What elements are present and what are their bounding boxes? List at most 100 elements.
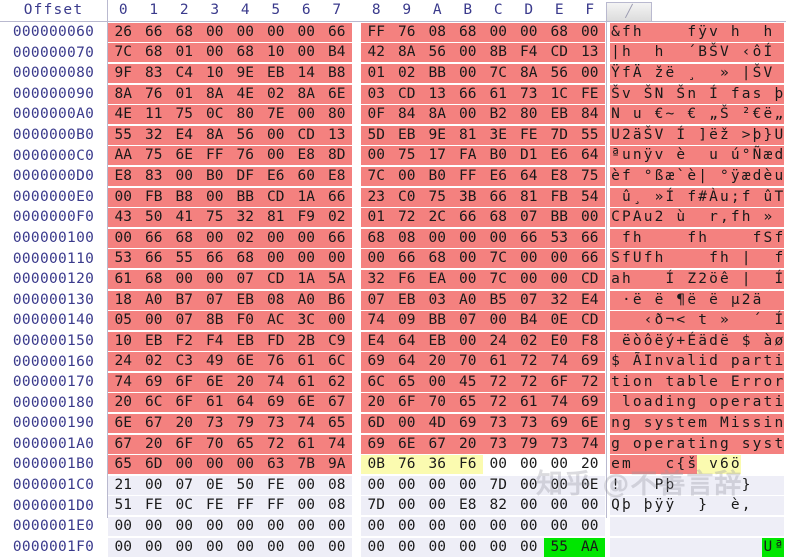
hex-byte-cell[interactable]: 73	[199, 414, 230, 434]
hex-byte-cell[interactable]: 36	[422, 455, 453, 475]
hex-byte-cell[interactable]: 83	[138, 166, 169, 186]
hex-byte-cell[interactable]: 00	[230, 517, 261, 537]
ascii-char-cell[interactable]: Q	[610, 496, 621, 516]
ascii-char-cell[interactable]: ë	[686, 290, 698, 310]
hex-byte-cell[interactable]: 01	[169, 84, 200, 104]
ascii-char-cell[interactable]	[718, 352, 730, 372]
ascii-char-cell[interactable]	[729, 228, 741, 248]
hex-byte-cell[interactable]: B4	[321, 43, 352, 63]
hex-byte-cell[interactable]: 07	[230, 269, 261, 289]
hex-byte-cell[interactable]: 00	[230, 455, 261, 475]
ascii-char-cell[interactable]: ý	[664, 331, 676, 351]
hex-byte-cell[interactable]: E4	[361, 331, 392, 351]
hex-byte-cell[interactable]: 69	[544, 414, 575, 434]
ascii-char-cell[interactable]: f	[686, 187, 698, 207]
hex-byte-cell[interactable]: 3E	[483, 125, 514, 145]
hex-byte-cell[interactable]: 00	[230, 537, 261, 557]
ascii-char-cell[interactable]	[773, 496, 785, 516]
hex-byte-cell[interactable]: 76	[260, 352, 291, 372]
ascii-char-cell[interactable]	[631, 43, 643, 63]
ascii-char-cell[interactable]: i	[773, 352, 785, 372]
hex-byte-cell[interactable]: DF	[230, 166, 261, 186]
ascii-char-cell[interactable]	[773, 43, 785, 63]
ascii-column[interactable]: & f h fÿv h h | h h ´ B Š V ‹ ô Í ŸfÄ žë ¸ » | Š V…	[606, 22, 786, 557]
ascii-char-cell[interactable]: è	[675, 146, 687, 166]
ascii-char-cell[interactable]	[697, 393, 709, 413]
hex-byte-cell[interactable]: 8A	[199, 84, 230, 104]
hex-byte-cell[interactable]: 00	[513, 269, 544, 289]
hex-byte-cell[interactable]: 66	[321, 187, 352, 207]
ascii-char-cell[interactable]: u	[718, 187, 730, 207]
ascii-char-cell[interactable]: °	[740, 146, 752, 166]
ascii-char-cell[interactable]: °	[718, 166, 730, 186]
hex-byte-cell[interactable]: 68	[230, 43, 261, 63]
hex-byte-cell[interactable]: 00	[260, 146, 291, 166]
ascii-char-cell[interactable]: Í	[773, 269, 785, 289]
ascii-char-cell[interactable]	[708, 517, 719, 537]
hex-byte-cell[interactable]: 82	[483, 496, 514, 516]
hex-byte-cell[interactable]: 00	[321, 249, 352, 269]
ascii-char-cell[interactable]	[642, 517, 654, 537]
hex-byte-cell[interactable]: 76	[391, 455, 422, 475]
hex-byte-cell[interactable]: 81	[452, 125, 483, 145]
ascii-char-cell[interactable]	[610, 537, 621, 557]
ascii-char-cell[interactable]: `	[675, 166, 687, 186]
ascii-char-cell[interactable]: f	[620, 22, 632, 42]
ascii-char-cell[interactable]	[620, 105, 632, 125]
hex-byte-cell[interactable]: 6C	[361, 372, 392, 392]
ascii-char-cell[interactable]	[708, 475, 719, 495]
ascii-char-cell[interactable]: v	[708, 22, 719, 42]
ascii-char-cell[interactable]	[675, 517, 687, 537]
ascii-char-cell[interactable]: t	[686, 434, 698, 454]
hex-byte-cell[interactable]: 68	[230, 249, 261, 269]
ascii-char-cell[interactable]: i	[620, 372, 632, 392]
ascii-char-cell[interactable]: e	[653, 434, 665, 454]
ascii-char-cell[interactable]	[729, 537, 741, 557]
ascii-char-cell[interactable]	[729, 43, 741, 63]
hex-byte-cell[interactable]: F4	[513, 43, 544, 63]
ascii-char-cell[interactable]: !	[610, 475, 621, 495]
ascii-char-cell[interactable]: n	[631, 146, 643, 166]
hex-byte-cell[interactable]: CD	[391, 84, 422, 104]
hex-byte-cell[interactable]: 00	[513, 537, 544, 557]
ascii-char-cell[interactable]: s	[642, 414, 654, 434]
hex-byte-cell[interactable]: 00	[544, 455, 575, 475]
ascii-char-cell[interactable]: ä	[751, 290, 763, 310]
hex-byte-cell[interactable]: 74	[574, 434, 605, 454]
hex-byte-cell[interactable]: 56	[544, 63, 575, 83]
hex-byte-cell[interactable]: 61	[199, 393, 230, 413]
hex-byte-cell[interactable]: 69	[361, 352, 392, 372]
ascii-char-cell[interactable]: à	[762, 331, 774, 351]
hex-byte-cell[interactable]: C9	[321, 331, 352, 351]
hex-byte-cell[interactable]: B8	[321, 63, 352, 83]
hex-byte-cell[interactable]: 00	[260, 125, 291, 145]
ascii-char-cell[interactable]: f	[773, 228, 785, 248]
ascii-char-cell[interactable]: N	[610, 105, 621, 125]
hex-byte-cell[interactable]: 00	[361, 517, 392, 537]
ascii-char-cell[interactable]: o	[631, 372, 643, 392]
hex-byte-cell[interactable]: 32	[544, 290, 575, 310]
hex-byte-cell[interactable]: 6E	[169, 146, 200, 166]
ascii-char-cell[interactable]	[718, 475, 730, 495]
ascii-char-cell[interactable]: ¶	[675, 290, 687, 310]
ascii-char-cell[interactable]: h	[620, 43, 632, 63]
ascii-char-cell[interactable]: s	[740, 434, 752, 454]
hex-byte-cell[interactable]: A0	[138, 290, 169, 310]
ascii-char-cell[interactable]: n	[773, 414, 785, 434]
hex-byte-cell[interactable]: 64	[391, 331, 422, 351]
ascii-char-cell[interactable]	[762, 455, 774, 475]
hex-byte-cell[interactable]: 00	[260, 537, 291, 557]
ascii-char-cell[interactable]: S	[610, 249, 621, 269]
hex-byte-cell[interactable]: 07	[361, 290, 392, 310]
hex-byte-cell[interactable]: BB	[422, 63, 453, 83]
ascii-char-cell[interactable]	[773, 290, 785, 310]
hex-byte-cell[interactable]: 66	[452, 208, 483, 228]
ascii-char-cell[interactable]: t	[762, 393, 774, 413]
hex-byte-cell[interactable]: 68	[483, 208, 514, 228]
ascii-char-cell[interactable]: s	[751, 84, 763, 104]
hex-byte-cell[interactable]: EB	[391, 125, 422, 145]
hex-byte-cell[interactable]: 4D	[422, 414, 453, 434]
ascii-char-cell[interactable]: þ	[642, 496, 654, 516]
ascii-char-cell[interactable]	[653, 269, 665, 289]
ascii-char-cell[interactable]: B	[697, 43, 709, 63]
